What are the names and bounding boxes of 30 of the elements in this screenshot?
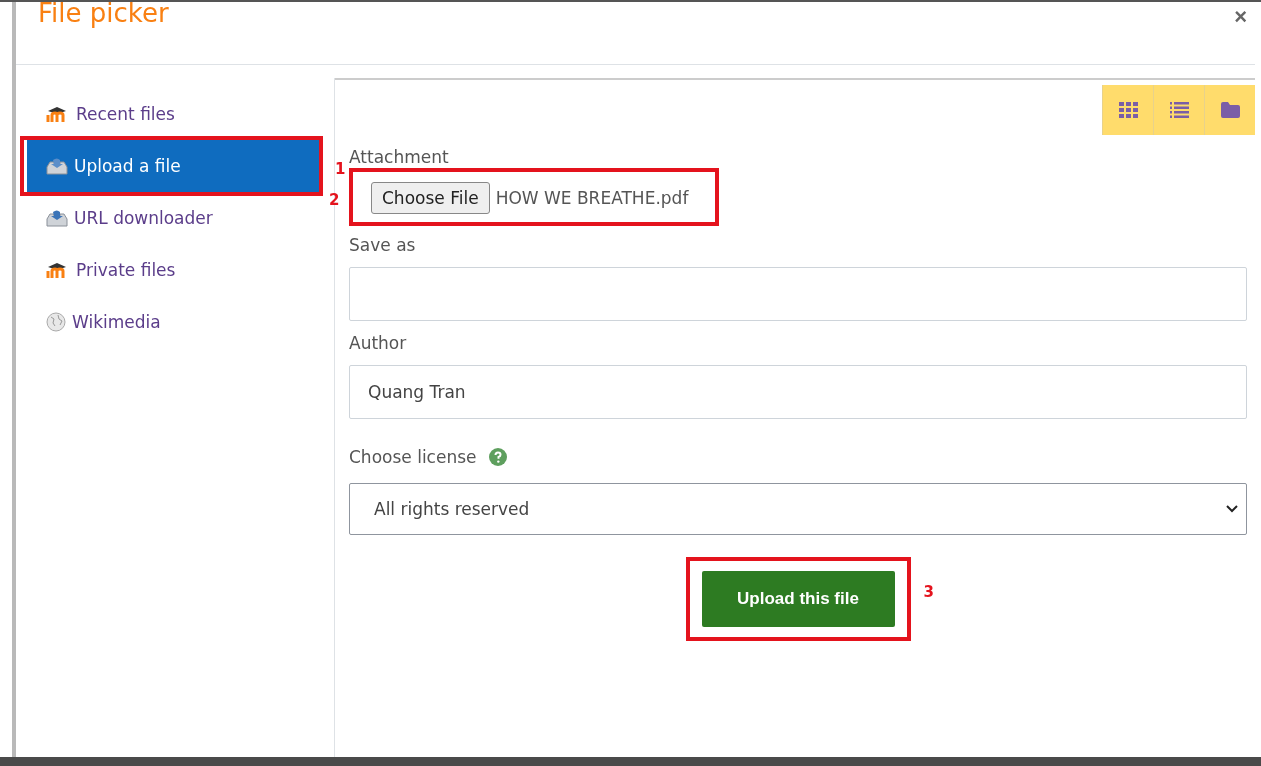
input-field[interactable]: Quang Tran bbox=[349, 365, 1247, 419]
field-label: Author bbox=[349, 333, 408, 353]
license-dropdown[interactable]: All rights reserved bbox=[349, 483, 1247, 535]
dialog-title: File picker bbox=[38, 2, 169, 28]
folder-icon bbox=[1220, 102, 1240, 118]
view-button[interactable] bbox=[1102, 85, 1153, 135]
sidebar-item[interactable]: Wikimedia bbox=[16, 296, 334, 348]
list-icon bbox=[1169, 102, 1189, 118]
tray-icon bbox=[46, 157, 68, 175]
grid-icon bbox=[1118, 102, 1138, 118]
field-label: Attachment bbox=[349, 147, 450, 167]
annotation-number: 3 bbox=[923, 583, 934, 601]
tray-icon bbox=[46, 209, 68, 227]
close-button[interactable]: × bbox=[1234, 4, 1247, 30]
view-button[interactable] bbox=[1153, 85, 1204, 135]
annotation-number: 2 bbox=[329, 191, 340, 209]
input-field[interactable] bbox=[349, 267, 1247, 321]
help-icon bbox=[488, 448, 507, 466]
globe-icon bbox=[46, 312, 66, 332]
upload-button[interactable]: Upload this file bbox=[701, 571, 895, 627]
sidebar-item[interactable]: Recent files bbox=[16, 88, 334, 140]
field-label: Save as bbox=[349, 235, 417, 255]
field-label: Choose license bbox=[349, 447, 477, 467]
chevron-down-icon bbox=[1226, 505, 1238, 513]
annotation-number: 1 bbox=[335, 160, 346, 178]
sidebar-item[interactable]: Private files bbox=[16, 244, 334, 296]
view-button[interactable] bbox=[1204, 85, 1255, 135]
file-name: HOW WE BREATHE.pdf bbox=[495, 188, 689, 208]
sidebar-item[interactable]: Upload a file bbox=[27, 140, 322, 192]
choose-file-button[interactable]: Choose File bbox=[371, 182, 490, 214]
